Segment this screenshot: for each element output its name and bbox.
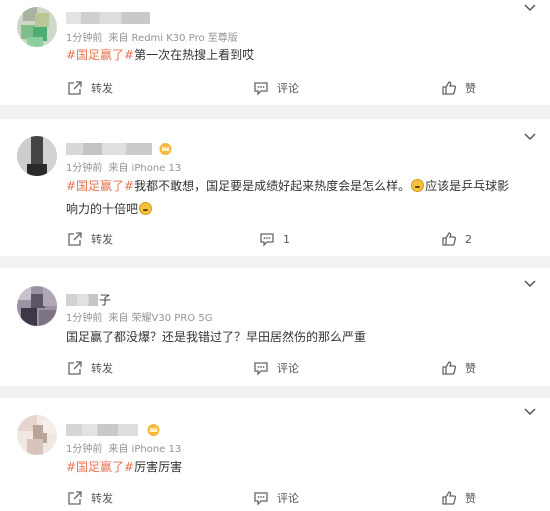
username[interactable] [66,143,153,155]
repost-icon [68,361,82,375]
source-device: 来自 荣耀V30 PRO 5G [108,313,213,324]
username[interactable] [66,424,139,436]
comment-card: 子 1分钟前 来自 荣耀V30 PRO 5G 国足赢了都没爆？还是我错过了？早田居… [0,268,550,386]
repost-icon [68,232,82,246]
timestamp: 1分钟前 [66,313,103,324]
source-device: 来自 iPhone 13 [108,163,182,174]
avatar[interactable] [17,136,57,176]
crown-badge-icon [147,424,160,436]
comment-card: 1分钟前 来自 iPhone 13 #国足赢了#我都不敢想，国足要是成绩好起来热度… [0,119,550,256]
action-bar: 转发 评论 赞 [0,489,550,509]
like-button[interactable]: 赞 [441,359,476,379]
comment-icon [254,362,268,376]
hashtag-link[interactable]: #国足赢了# [66,460,134,474]
comment-button[interactable]: 1 [259,230,290,250]
laughing-emoji-icon [139,202,153,215]
source-device: 来自 Redmi K30 Pro 至尊版 [108,33,238,44]
avatar[interactable] [17,415,57,455]
repost-button[interactable]: 转发 [67,489,113,509]
chevron-down-icon[interactable] [524,407,536,417]
timestamp: 1分钟前 [66,444,103,455]
chevron-down-icon[interactable] [524,279,536,289]
comment-text: 国足赢了都没爆？还是我错过了？早田居然伤的那么严重 [66,330,367,344]
comment-button[interactable]: 评论 [253,489,299,509]
comment-text: #国足赢了#第一次在热搜上看到哎 [66,48,255,62]
timestamp: 1分钟前 [66,33,103,44]
timestamp: 1分钟前 [66,163,103,174]
avatar[interactable] [17,7,57,47]
source-device: 来自 iPhone 13 [108,444,182,455]
comment-button[interactable]: 评论 [253,79,299,99]
comment-meta: 1分钟前 来自 荣耀V30 PRO 5G [66,313,212,325]
comment-text: #国足赢了#我都不敢想，国足要是成绩好起来热度会是怎么样。 应该是乒乓球影响力的十… [66,179,510,216]
hashtag-link[interactable]: #国足赢了# [66,179,134,193]
comment-icon [254,82,268,96]
like-button[interactable]: 赞 [441,79,476,99]
repost-icon [68,81,82,95]
like-icon [442,491,457,505]
like-button[interactable]: 赞 [441,489,476,509]
crown-badge-icon [159,143,172,155]
comment-meta: 1分钟前 来自 iPhone 13 [66,163,181,175]
like-button[interactable]: 2 [441,230,472,250]
avatar[interactable] [17,286,57,326]
repost-icon [68,491,82,505]
comment-icon [254,492,268,506]
username[interactable] [66,12,151,24]
comment-meta: 1分钟前 来自 iPhone 13 [66,444,181,456]
action-bar: 转发 1 2 [0,230,550,250]
comment-card: 1分钟前 来自 Redmi K30 Pro 至尊版 #国足赢了#第一次在热搜上看到… [0,0,550,105]
comment-button[interactable]: 评论 [253,359,299,379]
comment-card: 1分钟前 来自 iPhone 13 #国足赢了#厉害厉害 转发 评论 赞 [0,398,550,511]
repost-button[interactable]: 转发 [67,79,113,99]
repost-button[interactable]: 转发 [67,359,113,379]
hashtag-link[interactable]: #国足赢了# [66,48,134,62]
chevron-down-icon[interactable] [524,132,536,142]
like-icon [442,361,457,375]
comment-icon [260,233,274,247]
laughing-emoji-icon [411,179,425,192]
chevron-down-icon[interactable] [524,3,536,13]
like-icon [442,232,457,246]
username[interactable]: 子 [66,294,111,306]
like-icon [442,81,457,95]
repost-button[interactable]: 转发 [67,230,113,250]
comment-text: #国足赢了#厉害厉害 [66,460,183,474]
action-bar: 转发 评论 赞 [0,359,550,379]
action-bar: 转发 评论 赞 [0,79,550,99]
